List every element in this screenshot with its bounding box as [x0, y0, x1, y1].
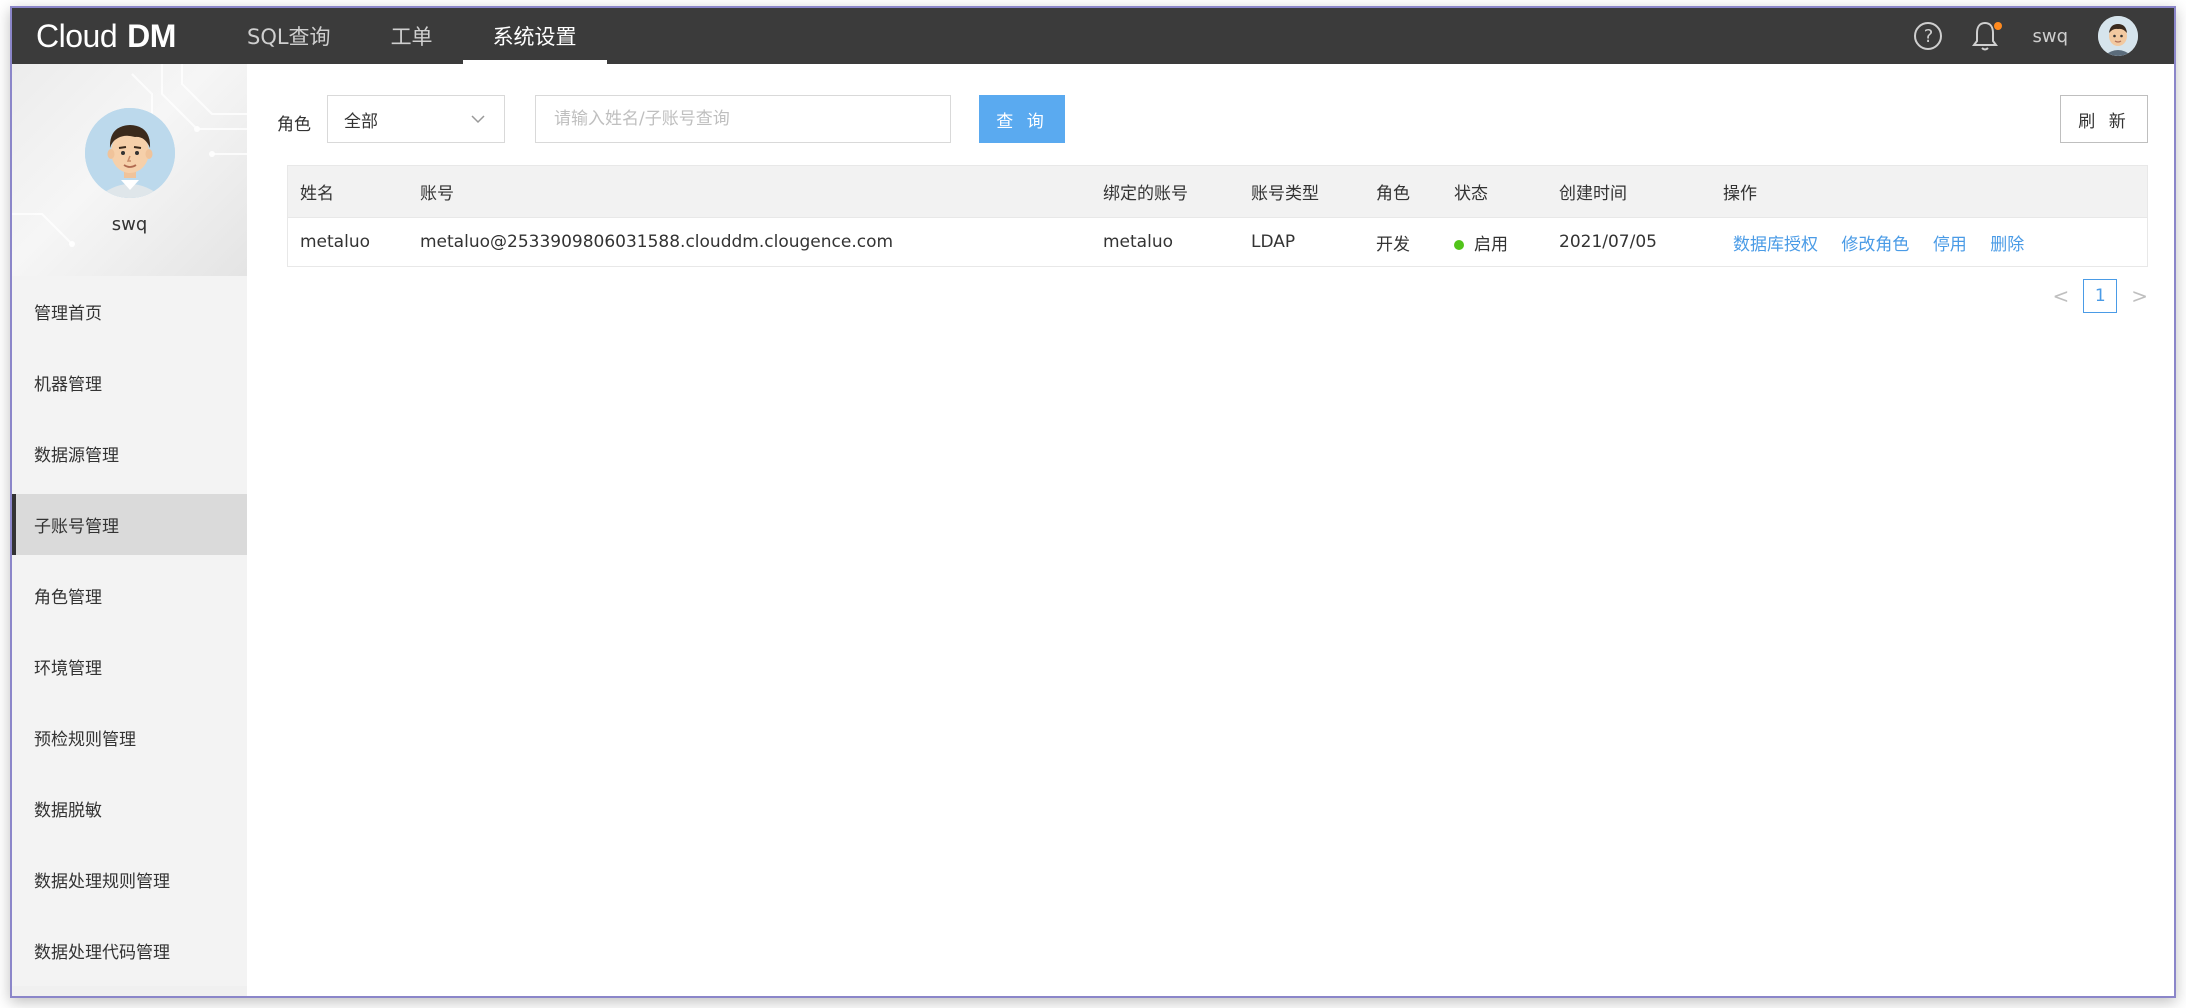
sidebar-item-admin-home[interactable]: 管理首页 [12, 276, 247, 347]
col-header-account: 账号 [420, 184, 454, 204]
col-header-actions: 操作 [1723, 184, 1757, 204]
cell-status: 启用 [1442, 230, 1547, 255]
profile-name: swq [111, 214, 148, 235]
col-header-bound-account: 绑定的账号 [1103, 184, 1188, 204]
cell-account: metaluo@2533909806031588.clouddm.clougen… [420, 232, 894, 252]
top-username[interactable]: swq [2032, 26, 2068, 47]
chevron-down-icon [471, 115, 485, 124]
col-header-account-type: 账号类型 [1251, 184, 1319, 204]
nav-tickets[interactable]: 工单 [361, 8, 463, 64]
sidebar-item-environments[interactable]: 环境管理 [12, 631, 247, 702]
sidebar: swq 管理首页 机器管理 数据源管理 子账号管理 角色管理 环境管理 预检规则… [12, 64, 247, 996]
sidebar-item-data-masking[interactable]: 数据脱敏 [12, 773, 247, 844]
help-icon[interactable]: ? [1914, 22, 1943, 50]
nav-system-settings[interactable]: 系统设置 [462, 8, 607, 64]
disable-link[interactable]: 停用 [1933, 235, 1967, 255]
status-text: 启用 [1474, 234, 1508, 255]
app-window: Cloud DM SQL查询 工单 系统设置 ? swq swq 管理首页 机器… [10, 6, 2176, 998]
cell-created: 2021/07/05 [1559, 232, 1657, 252]
nav-sql-query[interactable]: SQL查询 [217, 8, 361, 64]
sidebar-item-processing-rules[interactable]: 数据处理规则管理 [12, 844, 247, 915]
col-header-created: 创建时间 [1559, 184, 1627, 204]
col-header-status: 状态 [1454, 184, 1488, 204]
cell-account-type: LDAP [1251, 232, 1296, 252]
prev-page-icon[interactable]: < [2052, 284, 2069, 308]
main-content: 角色 全部 查 询 刷 新 姓名 账号 绑定的账号 账号类型 角色 状态 创建时… [247, 64, 2174, 996]
sidebar-item-sub-accounts[interactable]: 子账号管理 [12, 494, 247, 555]
query-button[interactable]: 查 询 [979, 95, 1065, 143]
cell-name: metaluo [300, 232, 371, 252]
table-header: 姓名 账号 绑定的账号 账号类型 角色 状态 创建时间 操作 [288, 166, 2147, 218]
sidebar-item-roles[interactable]: 角色管理 [12, 560, 247, 631]
sidebar-item-machines[interactable]: 机器管理 [12, 347, 247, 418]
top-navigation-bar: Cloud DM SQL查询 工单 系统设置 ? swq [12, 8, 2174, 64]
bell-icon[interactable] [1972, 20, 2003, 52]
refresh-button[interactable]: 刷 新 [2060, 95, 2148, 143]
col-header-role: 角色 [1376, 184, 1410, 204]
next-page-icon[interactable]: > [2131, 284, 2148, 308]
grant-db-permission-link[interactable]: 数据库授权 [1733, 235, 1818, 255]
main-nav: SQL查询 工单 系统设置 [217, 8, 607, 64]
col-header-name: 姓名 [300, 184, 334, 204]
page-1-button[interactable]: 1 [2083, 279, 2118, 313]
sidebar-menu: 管理首页 机器管理 数据源管理 子账号管理 角色管理 环境管理 预检规则管理 数… [12, 276, 247, 986]
sub-account-table: 姓名 账号 绑定的账号 账号类型 角色 状态 创建时间 操作 metaluo m… [287, 165, 2148, 267]
profile-face-icon [84, 108, 175, 198]
profile-avatar [84, 108, 175, 198]
app-logo[interactable]: Cloud DM [12, 8, 217, 64]
delete-link[interactable]: 删除 [1990, 235, 2024, 255]
top-right-tools: ? swq [1914, 8, 2174, 64]
cell-role: 开发 [1376, 234, 1410, 255]
profile-card: swq [12, 64, 247, 276]
cell-actions: 数据库授权 修改角色 停用 删除 [1711, 230, 2147, 255]
avatar-face-icon [2098, 16, 2138, 56]
notification-dot [1994, 22, 2003, 30]
pagination: < 1 > [2052, 279, 2148, 313]
logo-text: Cloud [36, 17, 118, 54]
role-select[interactable]: 全部 [327, 95, 505, 143]
sidebar-item-datasources[interactable]: 数据源管理 [12, 418, 247, 489]
avatar[interactable] [2098, 16, 2138, 56]
cell-bound-account: metaluo [1103, 232, 1174, 252]
sidebar-item-processing-code[interactable]: 数据处理代码管理 [12, 915, 247, 986]
search-input[interactable] [535, 95, 951, 143]
edit-role-link[interactable]: 修改角色 [1841, 235, 1909, 255]
status-enabled-dot-icon [1454, 239, 1464, 250]
logo-bold-text: DM [127, 17, 176, 54]
role-select-value: 全部 [344, 111, 378, 132]
sidebar-item-precheck-rules[interactable]: 预检规则管理 [12, 702, 247, 773]
table-row: metaluo metaluo@2533909806031588.clouddm… [288, 218, 2147, 266]
role-filter-label: 角色 [277, 115, 311, 135]
